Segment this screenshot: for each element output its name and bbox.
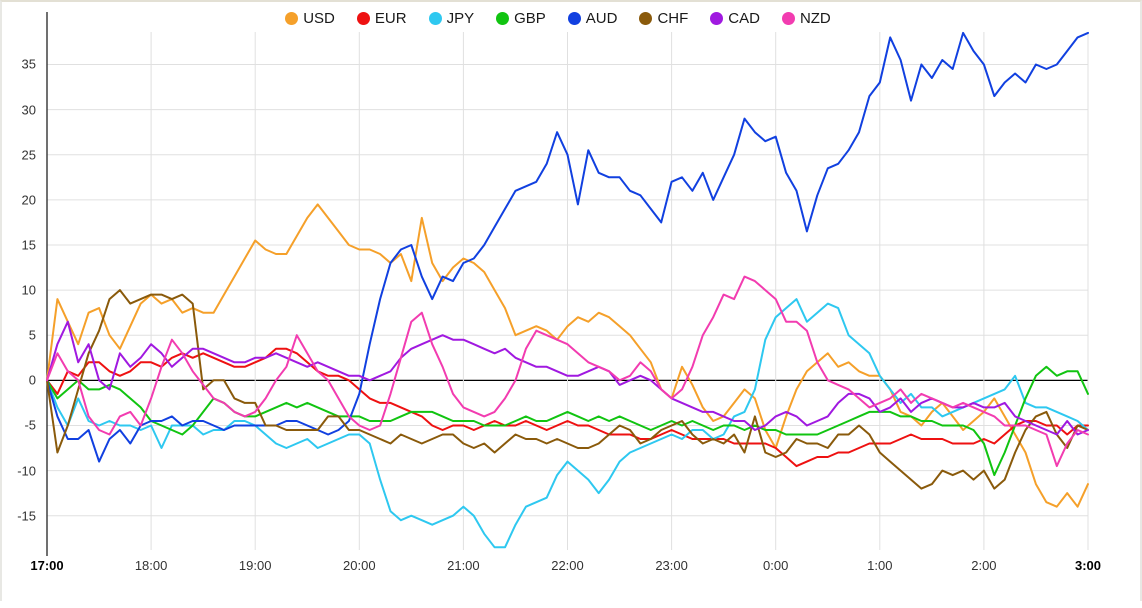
y-axis-tick-label: 10	[21, 282, 36, 298]
x-axis-tick-label: 23:00	[655, 558, 688, 573]
y-axis-tick-label: 0	[28, 372, 36, 388]
x-axis-tick-label: 1:00	[867, 558, 893, 573]
x-axis-tick-label: 2:00	[971, 558, 997, 573]
plot-area: 35 30 25 20 15 10 5 0 -5 -10 -15 17:00 18:00 19:00 20:…	[2, 2, 1142, 603]
y-axis-tick-label: 35	[21, 56, 36, 72]
y-axis-tick-label: -15	[17, 508, 36, 524]
x-axis-tick-label: 21:00	[447, 558, 480, 573]
x-axis-tick-label: 19:00	[238, 558, 272, 573]
y-axis-tick-label: -5	[24, 417, 36, 433]
x-axis-tick-label: 3:00	[1074, 558, 1102, 573]
plot-svg	[46, 12, 1089, 556]
x-axis-tick-label: 20:00	[343, 558, 376, 573]
y-axis-tick-label: 20	[21, 192, 36, 208]
y-axis-tick-label: -10	[17, 463, 36, 479]
y-axis-tick-label: 25	[21, 147, 36, 163]
x-axis-tick-label: 17:00	[30, 558, 64, 573]
currency-strength-chart: USD EUR JPY GBP AUD CHF CAD NZD 35 30 25 20 15 10 5 0-…	[0, 0, 1142, 601]
x-axis-tick-label: 18:00	[134, 558, 168, 573]
x-axis-tick-label: 0:00	[763, 558, 789, 573]
x-axis-tick-label: 22:00	[551, 558, 584, 573]
y-axis-tick-label: 5	[28, 327, 36, 343]
y-axis-tick-label: 30	[21, 102, 36, 118]
y-axis-tick-label: 15	[21, 237, 36, 253]
